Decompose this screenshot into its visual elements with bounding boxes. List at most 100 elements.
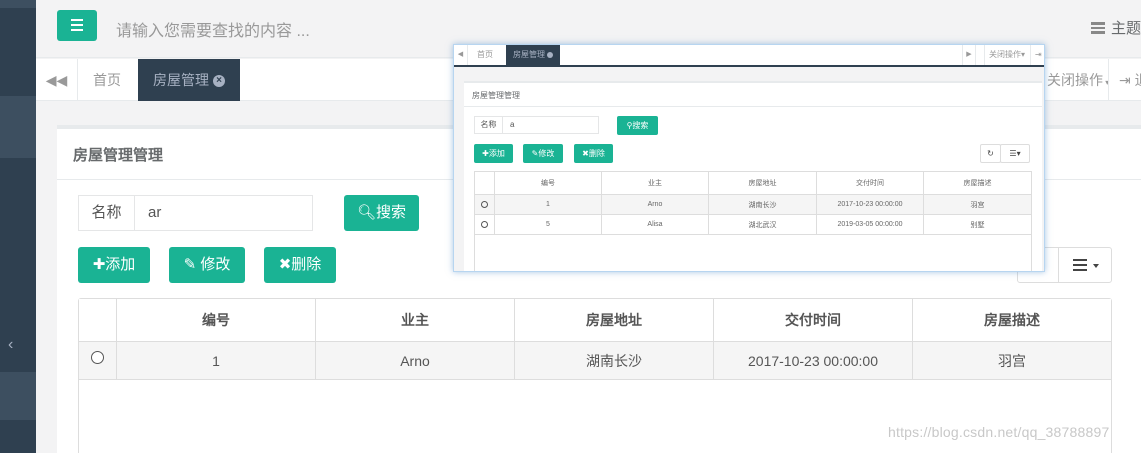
popup-add-button[interactable]: ✚添加 <box>474 144 513 163</box>
exit-icon: ⇥ <box>1119 72 1135 88</box>
name-label: 名称 <box>78 195 134 231</box>
popup-tab-scroll-right-icon[interactable]: ▶ <box>962 45 976 65</box>
table-cell: 2019-03-05 00:00:00 <box>817 215 924 234</box>
hamburger-icon <box>71 24 83 26</box>
popup-table-header-row: 编号 业主 房屋地址 交付时间 房屋描述 <box>475 172 1031 195</box>
table-header-cell: 交付时间 <box>714 299 913 341</box>
table-row[interactable]: 5 Alisa 湖北武汉 2019-03-05 00:00:00 别墅 <box>475 215 1031 235</box>
tab-home[interactable]: 首页 <box>78 59 136 101</box>
divider <box>464 106 1042 107</box>
table-row[interactable]: 1 Arno 湖南长沙 2017-10-23 00:00:00 羽宫 <box>79 342 1111 380</box>
popup-delete-button[interactable]: ✖删除 <box>574 144 613 163</box>
theme-button[interactable]: 主题 <box>1090 17 1141 38</box>
sidebar-block <box>0 96 36 158</box>
name-input[interactable]: ar <box>134 195 313 231</box>
popup-tab-close-icon[interactable] <box>547 51 553 58</box>
popup-close-operations-label: 关闭操作 <box>989 50 1021 59</box>
table-header-cell: 房屋地址 <box>515 299 714 341</box>
sidebar-block <box>0 0 36 8</box>
preview-popup: ◀ 首页 房屋管理 ▶ 关闭操作▾ ⇥ 房屋管理管理 名称 a ⚲搜索 ✚添加 … <box>453 44 1045 272</box>
popup-tab-house-management[interactable]: 房屋管理 <box>506 45 560 65</box>
row-radio[interactable] <box>481 221 488 228</box>
columns-toggle-button[interactable] <box>1058 247 1112 283</box>
edit-button-label: 修改 <box>200 256 231 273</box>
table-cell: 湖北武汉 <box>709 215 817 234</box>
tab-scroll-left-icon[interactable]: ◀◀ <box>36 59 78 101</box>
table-header-cell: 房屋描述 <box>984 312 1040 328</box>
row-radio[interactable] <box>91 351 104 364</box>
table-header-cell: 房屋描述 <box>963 180 992 187</box>
edit-button[interactable]: ✎ 修改 <box>169 247 245 283</box>
tab-house-management[interactable]: 房屋管理 × <box>138 59 240 101</box>
row-select-cell <box>475 215 495 234</box>
table-header-select <box>475 172 495 194</box>
delete-button[interactable]: ✖删除 <box>264 247 336 283</box>
popup-body: 房屋管理管理 名称 a ⚲搜索 ✚添加 ✎修改 ✖删除 ↻ ☰▾ 编号 业主 房… <box>454 67 1044 271</box>
close-icon: ✖ <box>278 256 292 273</box>
table-header-cell: 交付时间 <box>817 172 924 194</box>
popup-edit-button[interactable]: ✎修改 <box>523 144 563 163</box>
exit-button[interactable]: ⇥ 退 <box>1108 59 1141 101</box>
table-cell: Arno <box>316 342 515 379</box>
table-cell: 2017-10-23 00:00:00 <box>714 342 913 379</box>
popup-close-operations[interactable]: 关闭操作▾ <box>984 45 1025 65</box>
table-cell: 1 <box>495 195 602 214</box>
popup-add-label: 添加 <box>488 149 505 158</box>
row-radio[interactable] <box>481 201 488 208</box>
table-cell: Alisa <box>602 215 709 234</box>
sidebar-collapse-chevron-icon[interactable]: ‹ <box>8 336 13 354</box>
table-cell: 别墅 <box>970 221 985 229</box>
popup-name-input[interactable]: a <box>502 116 599 134</box>
sidebar-block <box>0 372 36 420</box>
close-operations-button[interactable]: 关闭操作 ▾ <box>1036 59 1109 101</box>
popup-tab-label: 房屋管理 <box>513 50 545 59</box>
close-operations-label: 关闭操作 <box>1047 72 1103 88</box>
add-button[interactable]: ✚添加 <box>78 247 150 283</box>
menu-toggle-button[interactable] <box>57 10 97 41</box>
theme-label: 主题 <box>1110 20 1141 37</box>
popup-panel-title: 房屋管理管理 <box>472 91 520 100</box>
exit-label: 退 <box>1135 72 1141 88</box>
table-cell: 湖南长沙 <box>709 195 817 214</box>
hamburger-icon <box>71 19 83 21</box>
caret-down-icon <box>1093 264 1099 268</box>
popup-panel: 房屋管理管理 名称 a ⚲搜索 ✚添加 ✎修改 ✖删除 ↻ ☰▾ 编号 业主 房… <box>464 81 1042 271</box>
search-icon: 🔍︎ <box>356 204 377 221</box>
table-cell: 羽宫 <box>970 201 985 209</box>
table-cell: 羽宫 <box>998 352 1026 369</box>
table-header-cell: 编号 <box>495 172 602 194</box>
plus-icon: ✚ <box>92 256 106 273</box>
close-icon: ✖ <box>582 149 589 158</box>
popup-delete-label: 删除 <box>588 149 605 158</box>
popup-refresh-icon[interactable]: ↻ <box>980 144 1001 163</box>
table-header-cell: 编号 <box>117 299 316 341</box>
search-button[interactable]: 🔍︎搜索 <box>344 195 419 231</box>
list-icon <box>1073 259 1087 271</box>
plus-icon: ✚ <box>482 149 489 158</box>
edit-icon: ✎ <box>183 256 201 273</box>
table-row[interactable]: 1 Arno 湖南长沙 2017-10-23 00:00:00 羽宫 <box>475 195 1031 215</box>
popup-search-label: 搜索 <box>632 121 649 130</box>
add-button-label: 添加 <box>105 256 136 273</box>
row-select-cell <box>475 195 495 214</box>
popup-tab-scroll-left-icon[interactable]: ◀ <box>454 45 468 65</box>
popup-tab-home[interactable]: 首页 <box>470 45 500 65</box>
popup-exit-icon[interactable]: ⇥ <box>1030 45 1042 65</box>
search-button-label: 搜索 <box>376 204 407 221</box>
popup-tab-bar: ◀ 首页 房屋管理 ▶ 关闭操作▾ ⇥ <box>454 45 1044 67</box>
table-cell: Arno <box>602 195 709 214</box>
table-header-cell: 业主 <box>316 299 515 341</box>
global-search-input[interactable]: 请输入您需要查找的内容 ... <box>116 17 310 41</box>
theme-icon <box>1090 21 1105 34</box>
tab-label: 房屋管理 <box>153 72 209 88</box>
caret-down-icon: ▾ <box>1021 50 1026 59</box>
watermark: https://blog.csdn.net/qq_38788897 <box>888 424 1110 440</box>
popup-search-button[interactable]: ⚲搜索 <box>617 116 658 135</box>
popup-name-label: 名称 <box>474 116 503 134</box>
popup-columns-list-icon[interactable]: ☰▾ <box>1000 144 1030 163</box>
sidebar: ‹ <box>0 0 36 453</box>
tab-close-icon[interactable]: × <box>213 75 225 88</box>
table-cell: 湖南长沙 <box>515 342 714 379</box>
panel-title: 房屋管理管理 <box>73 147 164 164</box>
hamburger-icon <box>71 29 83 31</box>
